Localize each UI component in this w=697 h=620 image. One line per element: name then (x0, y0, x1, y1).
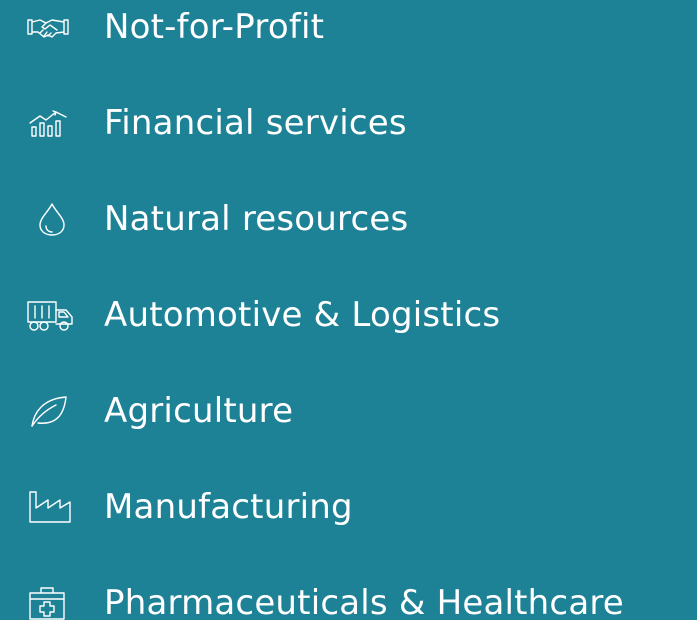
water-drop-icon (26, 201, 78, 237)
industry-item-manufacturing[interactable]: Manufacturing (0, 483, 697, 531)
industry-item-pharmaceuticals-healthcare[interactable]: Pharmaceuticals & Healthcare (0, 579, 697, 620)
truck-icon (26, 297, 78, 333)
industry-label: Automotive & Logistics (104, 295, 501, 335)
industry-label: Natural resources (104, 199, 409, 239)
industry-label: Manufacturing (104, 487, 353, 527)
industry-label: Pharmaceuticals & Healthcare (104, 583, 624, 620)
medical-kit-icon (26, 585, 78, 620)
industry-item-agriculture[interactable]: Agriculture (0, 387, 697, 435)
leaf-icon (26, 393, 78, 429)
industry-item-automotive-logistics[interactable]: Automotive & Logistics (0, 291, 697, 339)
industry-item-natural-resources[interactable]: Natural resources (0, 195, 697, 243)
industry-list: Not-for-Profit Financial services Natura… (0, 0, 697, 620)
industry-label: Not-for-Profit (104, 7, 325, 47)
handshake-icon (26, 9, 78, 45)
industry-label: Financial services (104, 103, 407, 143)
factory-icon (26, 489, 78, 525)
industry-label: Agriculture (104, 391, 294, 431)
industry-item-financial-services[interactable]: Financial services (0, 99, 697, 147)
financial-chart-icon (26, 105, 78, 141)
industry-item-not-for-profit[interactable]: Not-for-Profit (0, 3, 697, 51)
